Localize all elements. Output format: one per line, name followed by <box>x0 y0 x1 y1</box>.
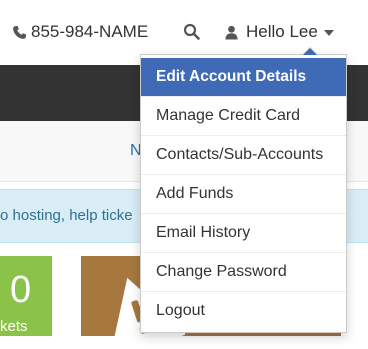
menu-item-contacts-sub-accounts[interactable]: Contacts/Sub-Accounts <box>141 135 346 174</box>
phone-link[interactable]: 855-984-NAME <box>12 20 148 44</box>
tickets-tile[interactable]: 0 kets <box>0 256 52 336</box>
phone-number: 855-984-NAME <box>31 22 149 41</box>
menu-item-edit-account-details[interactable]: Edit Account Details <box>141 58 346 96</box>
user-greeting: Hello Lee <box>246 22 318 41</box>
account-dropdown-menu: Edit Account Details Manage Credit Card … <box>140 47 347 333</box>
menu-item-manage-credit-card[interactable]: Manage Credit Card <box>141 96 346 135</box>
page: 855-984-NAME Hello Lee N o hosting, help… <box>0 0 368 349</box>
search-button[interactable] <box>181 21 201 41</box>
caret-down-icon <box>323 30 334 36</box>
search-icon <box>183 23 200 40</box>
user-icon <box>225 25 238 40</box>
menu-item-email-history[interactable]: Email History <box>141 213 346 252</box>
tickets-label: kets <box>0 318 28 335</box>
phone-icon <box>13 25 27 39</box>
menu-item-logout[interactable]: Logout <box>141 291 346 330</box>
tickets-count: 0 <box>10 269 32 311</box>
user-menu-toggle[interactable]: Hello Lee <box>224 20 334 44</box>
menu-item-add-funds[interactable]: Add Funds <box>141 174 346 213</box>
menu-item-change-password[interactable]: Change Password <box>141 252 346 291</box>
alert-text: o hosting, help ticke <box>0 207 133 224</box>
